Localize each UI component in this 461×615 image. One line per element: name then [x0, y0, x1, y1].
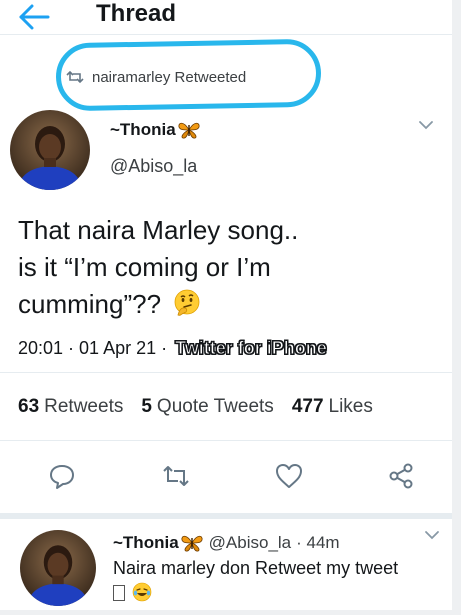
tweet-time: 20:01 [18, 338, 64, 358]
avatar-image [20, 530, 96, 606]
thinking-face-emoji [174, 289, 200, 316]
arrow-left-icon [19, 4, 50, 30]
reply-button[interactable] [46, 460, 78, 492]
reply-handle: @Abiso_la [208, 533, 292, 552]
reply-text-line: Naira marley don Retweet my tweet [113, 558, 399, 578]
chevron-down-icon[interactable] [418, 120, 434, 130]
author-display-name: ~Thonia [110, 120, 176, 139]
meta-separator: · [68, 338, 75, 358]
missing-glyph-box [113, 585, 125, 601]
chevron-down-icon[interactable] [424, 530, 440, 540]
tweet-source-link[interactable]: Twitter for iPhone [175, 338, 328, 359]
tweet-meta: 20:01 · 01 Apr 21 · Twitter for iPhone [18, 338, 327, 359]
quote-label: Quote Tweets [156, 396, 274, 417]
retweet-button[interactable] [160, 460, 192, 492]
quote-count: 5 [141, 396, 152, 417]
back-button[interactable] [18, 4, 52, 30]
reply-body: Naira marley don Retweet my tweet [113, 556, 448, 606]
thread-separator [0, 513, 452, 519]
comment-icon [50, 465, 74, 489]
like-button[interactable] [273, 460, 305, 492]
tweet-body: That naira Marley song.. is it “I’m comi… [18, 212, 438, 323]
action-bar [0, 460, 452, 496]
retweets-stat[interactable]: 63 Retweets [18, 396, 123, 418]
laughing-face-emoji [132, 582, 152, 602]
heart-icon [276, 464, 302, 488]
butterfly-emoji [181, 535, 203, 552]
avatar-image [10, 110, 90, 190]
meta-separator: · [161, 338, 168, 358]
retweets-label: Retweets [44, 396, 124, 417]
retweet-context[interactable]: nairamarley Retweeted [66, 66, 246, 88]
reply-time: · 44m [296, 533, 340, 552]
tweet-date: 01 Apr 21 [79, 338, 157, 358]
avatar[interactable] [10, 110, 90, 190]
likes-stat[interactable]: 477 Likes [292, 396, 373, 418]
tweet-text-line: cumming”?? [18, 289, 162, 319]
tweet-text-line-final: cumming”?? [18, 286, 438, 323]
likes-count: 477 [291, 396, 324, 417]
divider [0, 372, 452, 373]
reply-author[interactable]: ~Thonia @Abiso_la · 44m [113, 533, 340, 553]
quote-tweets-stat[interactable]: 5 Quote Tweets [141, 396, 273, 418]
share-icon [389, 463, 413, 489]
reply-avatar[interactable] [20, 530, 96, 606]
retweet-icon [66, 70, 84, 84]
tweet-stats: 63 Retweets 5 Quote Tweets 477 Likes [18, 396, 391, 418]
author-handle[interactable]: @Abiso_la [110, 156, 197, 177]
thread-screen: Thread nairamarley Retweeted ~Thonia @Ab… [0, 0, 452, 610]
retweets-count: 63 [18, 396, 40, 417]
tweet-text-line: is it “I’m coming or I’m [18, 252, 271, 282]
share-button[interactable] [385, 460, 417, 492]
author-name[interactable]: ~Thonia [110, 120, 200, 140]
likes-label: Likes [328, 396, 373, 417]
divider [0, 440, 452, 441]
top-bar: Thread [0, 0, 452, 35]
retweet-icon [163, 466, 189, 486]
retweeted-by-label: nairamarley Retweeted [92, 68, 247, 86]
reply-emoji-line [113, 581, 448, 606]
page-title: Thread [96, 0, 177, 27]
reply-display-name: ~Thonia [113, 533, 179, 552]
butterfly-emoji [178, 122, 200, 139]
tweet-text-line: That naira Marley song.. [18, 215, 299, 245]
